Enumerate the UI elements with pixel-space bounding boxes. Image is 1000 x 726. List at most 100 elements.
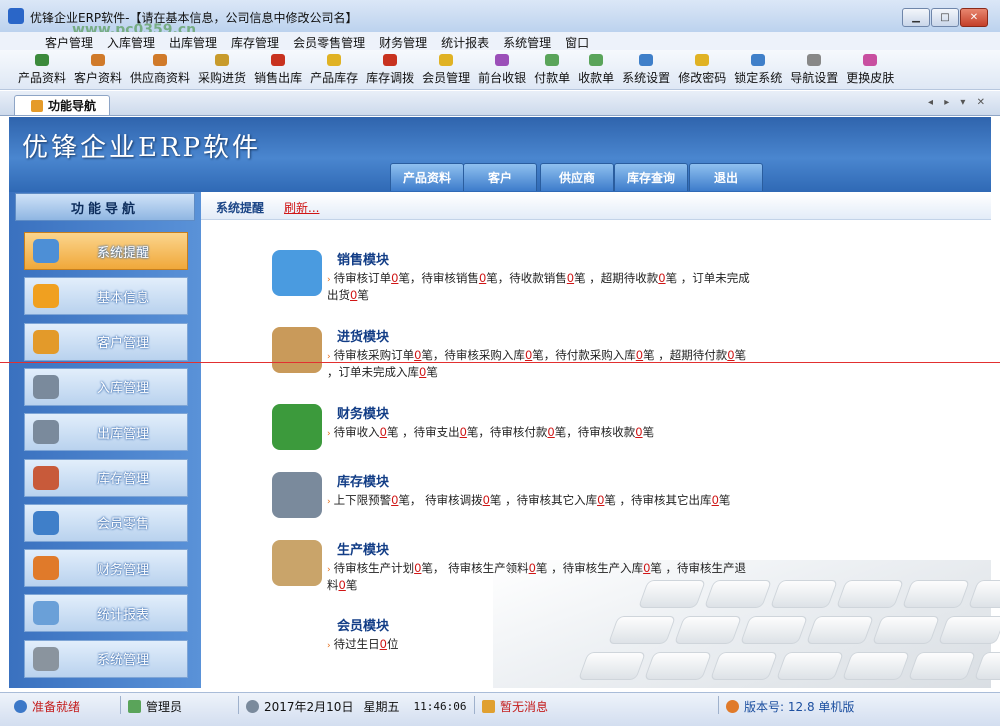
nav-item[interactable]: 系统管理 [24,639,188,678]
cashier-icon [495,54,510,66]
status-text: 笔，待审核采购入库 [421,348,525,362]
toolbar-button[interactable]: 会员管理 [418,54,474,89]
toolbar-button[interactable]: 付款单 [530,54,574,89]
tab-scroll-controls[interactable]: ◂ ▸ ▾ ✕ [928,97,989,108]
nav-item[interactable]: 客户管理 [24,322,188,361]
toolbar-button-label: 锁定系统 [734,71,783,85]
menu-item[interactable]: 会员零售管理 [286,32,372,50]
status-text: 笔， 待审核调拨 [398,493,483,507]
menu-item[interactable]: 出库管理 [162,32,224,50]
pending-count[interactable]: 0 [567,271,574,285]
module-status-line: › 待审核生产计划0笔， 待审核生产领料0笔 ，待审核生产入库0笔 ，待审核生产退… [327,561,757,593]
pending-count[interactable]: 0 [483,493,490,507]
status-text: 待审核生产计划 [333,561,415,575]
menu-item[interactable]: 财务管理 [372,32,434,50]
status-version: 版本号: 12.8 单机版 [726,698,854,715]
menu-item[interactable]: 入库管理 [100,32,162,50]
purchase-icon [215,54,230,66]
keyboard-key [643,652,713,680]
toolbar-button[interactable]: 更换皮肤 [842,54,898,89]
status-text: 笔，待审核付款 [466,425,548,439]
module-title: 财务模块 [337,407,390,422]
pending-count[interactable]: 0 [339,578,346,592]
minimize-button[interactable]: ▁ [902,8,930,27]
menu-item[interactable]: 窗口 [558,32,596,50]
pending-count[interactable]: 0 [380,425,387,439]
keyboard-key [901,580,971,608]
nav-item[interactable]: 基本信息 [24,277,188,316]
pending-count[interactable]: 0 [636,348,643,362]
nav-item-icon [33,556,59,581]
nav-item-icon [33,420,59,445]
pending-count[interactable]: 0 [380,637,387,651]
toolbar-button[interactable]: 采购进货 [194,54,250,89]
menu-item[interactable]: 系统管理 [496,32,558,50]
toolbar-button[interactable]: 供应商资料 [126,54,194,89]
toolbar-button[interactable]: 客户资料 [70,54,126,89]
tab-function-nav[interactable]: 功能导航 [14,95,110,115]
toolbar-button[interactable]: 导航设置 [786,54,842,89]
toolbar-button[interactable]: 收款单 [574,54,618,89]
menu-item[interactable]: 库存管理 [224,32,286,50]
status-text: 笔，待收款销售 [486,271,567,285]
banner-button[interactable]: 供应商 [540,163,614,191]
banner-title: 优锋企业ERP软件 [22,133,262,163]
pending-count[interactable]: 0 [529,561,536,575]
toolbar-button-label: 前台收银 [478,71,527,85]
status-text: 笔，待付款采购入库 [532,348,636,362]
member-icon [439,54,454,66]
nav-item-label: 系统提醒 [97,245,150,261]
toolbar-button[interactable]: 修改密码 [674,54,730,89]
content-header [201,193,991,220]
pending-count[interactable]: 0 [712,493,719,507]
menu-item[interactable]: 客户管理 [38,32,100,50]
pending-count[interactable]: 0 [547,425,554,439]
toolbar-button[interactable]: 库存调拨 [362,54,418,89]
module-status-line: › 待审收入0笔 ，待审支出0笔，待审核付款0笔，待审核收款0笔 [327,425,757,442]
nav-item[interactable]: 出库管理 [24,413,188,452]
close-button[interactable]: ✕ [960,8,988,27]
toolbar-button[interactable]: 产品资料 [14,54,70,89]
banner-button[interactable]: 退出 [689,163,763,191]
banner-button[interactable]: 产品资料 [390,163,464,191]
toolbar-button[interactable]: 前台收银 [474,54,530,89]
nav-tab-icon [31,99,43,112]
receipt-icon [589,54,604,66]
nav-item[interactable]: 财务管理 [24,549,188,588]
status-text: 上下限预警 [333,493,392,507]
supplier-icon [153,54,168,66]
nav-item-icon [33,329,59,354]
toolbar-button[interactable]: 产品库存 [306,54,362,89]
pending-count[interactable]: 0 [658,271,665,285]
status-date: 2017年2月10日 [264,700,354,714]
status-ready-icon [14,700,27,713]
banner-button[interactable]: 客户 [463,163,537,191]
toolbar-button-label: 产品库存 [310,71,359,85]
refresh-link[interactable]: 刷新... [284,199,319,216]
toolbar-button[interactable]: 系统设置 [618,54,674,89]
pending-count[interactable]: 0 [635,425,642,439]
banner-button[interactable]: 库存查询 [614,163,688,191]
book-icon [272,250,322,296]
nav-item[interactable]: 会员零售 [24,503,188,542]
keyboard-key [835,580,905,608]
pending-count[interactable]: 0 [727,348,734,362]
maximize-button[interactable]: □ [931,8,959,27]
status-time: 11:46:06 [413,700,467,713]
keyboard-key [907,652,977,680]
toolbar-button[interactable]: 锁定系统 [730,54,786,89]
bullet-arrow-icon: › [327,275,331,285]
status-separator [120,696,121,714]
message-icon [482,700,495,713]
app-icon [8,8,24,24]
pending-count[interactable]: 0 [460,425,467,439]
menu-item[interactable]: 统计报表 [434,32,496,50]
nav-item[interactable]: 系统提醒 [24,232,188,270]
nav-item[interactable]: 统计报表 [24,594,188,633]
toolbar-button[interactable]: 销售出库 [250,54,306,89]
toolbar-button-label: 会员管理 [422,71,471,85]
toolbar-button-label: 产品资料 [18,71,67,85]
nav-item[interactable]: 库存管理 [24,458,188,497]
section-label: 系统提醒 [216,201,265,215]
nav-item[interactable]: 入库管理 [24,367,188,406]
